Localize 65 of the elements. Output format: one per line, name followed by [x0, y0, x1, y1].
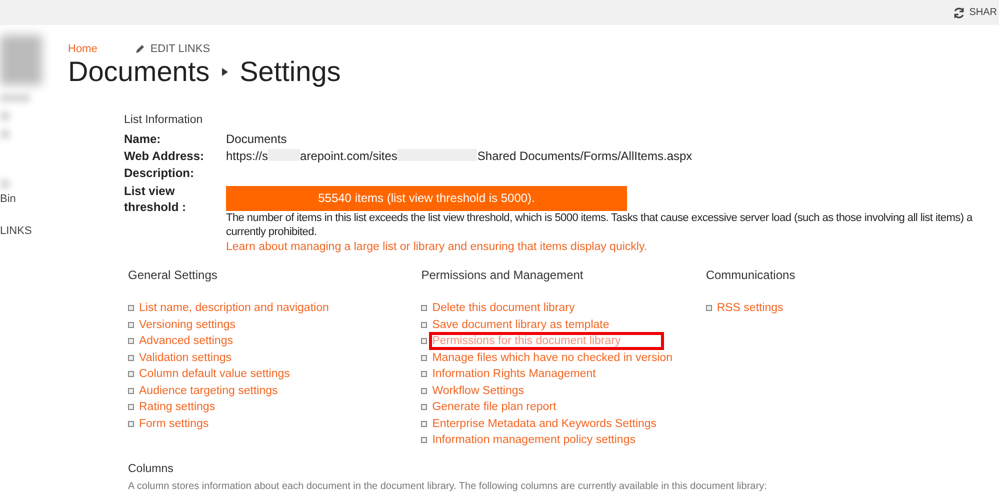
pencil-icon	[135, 44, 146, 54]
settings-link[interactable]: Information management policy settings	[432, 434, 636, 446]
settings-link[interactable]: Enterprise Metadata and Keywords Settings	[432, 418, 657, 430]
page-title: Settings	[240, 56, 341, 88]
bullet-icon	[421, 420, 428, 427]
field-label: Web Address:	[124, 149, 206, 163]
section-heading: Communications	[706, 268, 796, 282]
section-heading: Columns	[128, 462, 174, 474]
nav-link[interactable]: LINKS	[0, 225, 68, 237]
settings-link[interactable]: Generate file plan report	[432, 401, 556, 414]
bullet-icon	[128, 322, 134, 328]
edit-links-button[interactable]: EDIT LINKS	[135, 43, 210, 55]
page-title: Documents	[68, 56, 210, 88]
threshold-text: currently prohibited.	[226, 225, 318, 239]
bullet-icon	[128, 354, 134, 361]
bullet-icon	[421, 388, 428, 394]
settings-link[interactable]: Advanced settings	[139, 335, 233, 348]
home-link[interactable]: Home	[68, 43, 98, 55]
settings-link[interactable]: Manage files which have no checked in version	[432, 352, 673, 364]
field-label: Name:	[124, 132, 162, 146]
section-heading: List Information	[124, 114, 204, 126]
field-label: Description:	[124, 166, 196, 180]
bullet-icon	[128, 338, 134, 344]
bullet-icon	[421, 338, 428, 344]
url-text: Shared Documents/Forms/AllItems.aspx	[477, 149, 692, 163]
settings-link[interactable]: Save document library as template	[432, 318, 610, 331]
settings-link[interactable]: Rating settings	[139, 401, 216, 414]
settings-link[interactable]: Validation settings	[139, 352, 232, 364]
section-heading: Permissions and Management	[421, 268, 584, 282]
bullet-icon	[421, 354, 428, 361]
nav-link[interactable]: Bin	[0, 193, 68, 205]
url-text: arepoint.com/sites	[300, 149, 398, 163]
bullet-icon	[128, 420, 134, 427]
settings-link[interactable]: Form settings	[139, 418, 209, 430]
sync-icon	[953, 6, 966, 18]
bullet-icon	[706, 305, 712, 312]
section-heading: General Settings	[128, 268, 218, 282]
bullet-icon	[128, 404, 134, 410]
settings-link[interactable]: Workflow Settings	[432, 384, 524, 397]
bullet-icon	[421, 305, 428, 312]
url-text: https://s	[226, 149, 268, 163]
caret-icon	[222, 68, 228, 76]
settings-link[interactable]: Audience targeting settings	[139, 384, 278, 397]
settings-link[interactable]: Column default value settings	[139, 368, 290, 380]
bullet-icon	[128, 388, 134, 394]
field-value: Documents	[226, 132, 288, 146]
help-link[interactable]: Learn about managing a large list or library and ensuring that items display quickly.	[226, 241, 648, 253]
settings-link[interactable]: Delete this document library	[432, 302, 575, 314]
settings-link[interactable]: RSS settings	[716, 302, 784, 314]
settings-link[interactable]: Information Rights Management	[432, 368, 596, 380]
bullet-icon	[421, 322, 428, 328]
threshold-text: The number of items in this list exceeds the list view threshold, which is 5000 items. Tasks that cause excessive server load (such as those involving all list items) a	[226, 211, 974, 225]
bullet-icon	[421, 404, 428, 410]
settings-link[interactable]: Versioning settings	[139, 318, 236, 331]
field-label: List view threshold :	[124, 183, 187, 216]
bullet-icon	[128, 371, 134, 378]
threshold-banner: 55540 items (list view threshold is 5000).	[226, 186, 627, 211]
settings-link[interactable]: Permissions for this document library	[432, 335, 661, 348]
bullet-icon	[421, 371, 428, 378]
bullet-icon	[421, 437, 428, 444]
bullet-icon	[128, 305, 134, 312]
columns-description: A column stores information about each document in the document library. The following columns are currently available in this document library:	[128, 480, 768, 492]
settings-link[interactable]: List name, description and navigation	[139, 302, 329, 314]
blurred-logo	[0, 35, 42, 85]
share-link[interactable]: SHAR	[953, 6, 997, 18]
